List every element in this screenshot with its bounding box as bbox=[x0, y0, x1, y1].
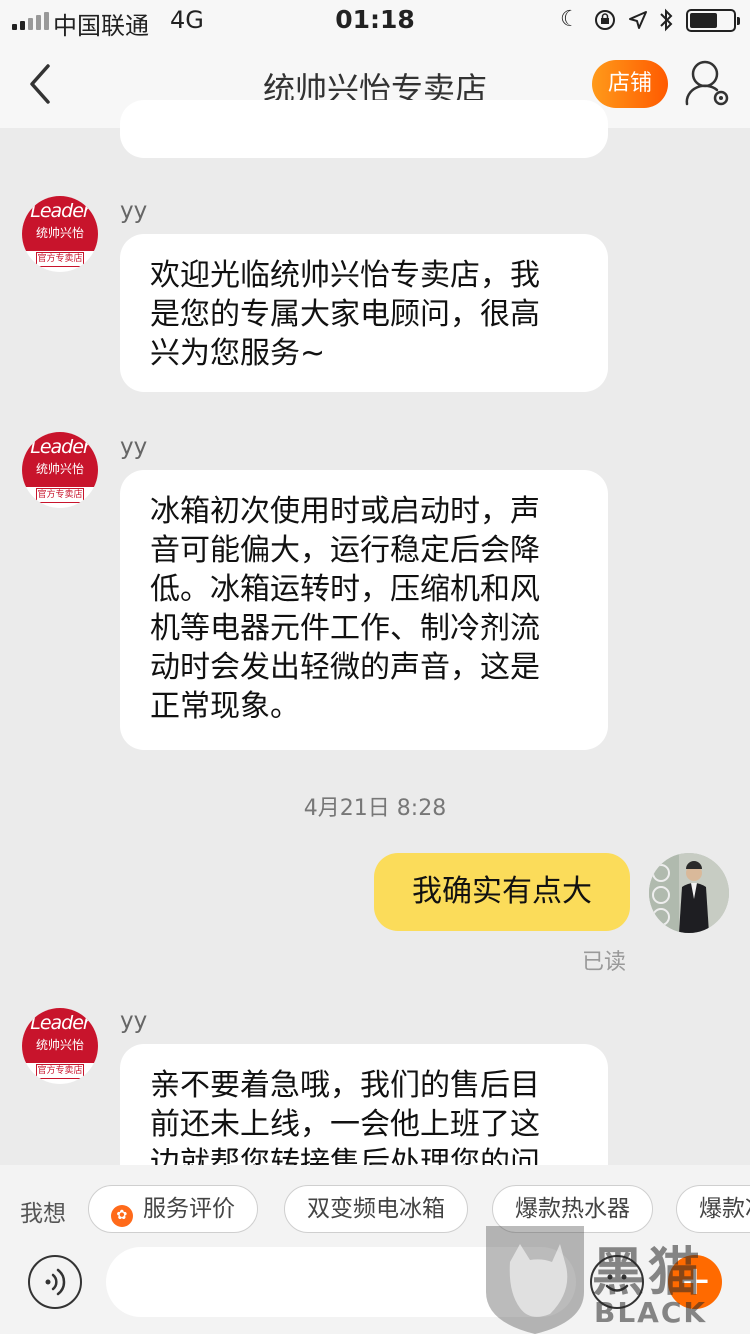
shop-avatar[interactable]: Leader 统帅兴怡 官方专卖店 bbox=[22, 1008, 98, 1084]
brand-logo-text: Leader bbox=[30, 436, 90, 458]
message-line: 欢迎光临统帅兴怡专卖店，我 bbox=[150, 258, 540, 293]
quick-reply-bar: 我想 ✿ 服务评价 双变频电冰箱 爆款热水器 爆款冰 bbox=[0, 1165, 750, 1253]
quick-reply-more[interactable]: 爆款冰 bbox=[676, 1185, 750, 1233]
emoji-icon[interactable] bbox=[590, 1255, 644, 1309]
shop-button[interactable]: 店铺 bbox=[592, 60, 668, 108]
message-bubble[interactable]: 冰箱初次使用时或启动时，声 音可能偏大，运行稳定后会降 低。冰箱运转时，压缩机和… bbox=[120, 470, 608, 750]
brand-logo-text: Leader bbox=[30, 200, 90, 222]
bluetooth-icon bbox=[660, 8, 673, 32]
chip-label: 爆款热水器 bbox=[515, 1196, 630, 1222]
quick-reply-service-review[interactable]: ✿ 服务评价 bbox=[88, 1185, 258, 1233]
message-line: 正常现象。 bbox=[150, 689, 300, 724]
moon-icon: ☾ bbox=[560, 7, 580, 32]
message-line: 低。冰箱运转时，压缩机和风 bbox=[150, 572, 540, 607]
quick-reply-water-heater[interactable]: 爆款热水器 bbox=[492, 1185, 653, 1233]
my-message-bubble[interactable]: 我确实有点大 bbox=[374, 853, 630, 931]
message-line: 音可能偏大，运行稳定后会降 bbox=[150, 533, 540, 568]
quick-reply-fridge[interactable]: 双变频电冰箱 bbox=[284, 1185, 468, 1233]
chip-label: 服务评价 bbox=[143, 1196, 235, 1222]
review-icon: ✿ bbox=[111, 1205, 133, 1227]
message-text: 我确实有点大 bbox=[412, 874, 592, 909]
message-line: 冰箱初次使用时或启动时，声 bbox=[150, 494, 540, 529]
message-line: 亲不要着急哦，我们的售后目 bbox=[150, 1068, 540, 1103]
shop-avatar[interactable]: Leader 统帅兴怡 官方专卖店 bbox=[22, 196, 98, 272]
battery-icon bbox=[686, 9, 740, 32]
status-bar: 中国联通 4G 01:18 ☾ bbox=[0, 0, 750, 40]
plus-icon[interactable]: + bbox=[668, 1255, 722, 1309]
brand-cn-text: 统帅兴怡 bbox=[35, 1038, 84, 1052]
message-line: 动时会发出轻微的声音，这是 bbox=[150, 650, 540, 685]
brand-cn-text: 统帅兴怡 bbox=[35, 226, 84, 240]
sender-name: yy bbox=[120, 1008, 148, 1034]
location-icon bbox=[629, 11, 647, 29]
user-avatar[interactable] bbox=[649, 853, 729, 933]
sender-name: yy bbox=[120, 198, 148, 224]
chip-label: 双变频电冰箱 bbox=[307, 1196, 445, 1222]
customer-service-icon[interactable] bbox=[683, 56, 733, 112]
brand-logo-text: Leader bbox=[30, 1012, 90, 1034]
message-timestamp: 4月21日 8:28 bbox=[303, 796, 447, 821]
input-bar: + bbox=[0, 1247, 750, 1334]
message-line: 兴为您服务~ bbox=[150, 336, 326, 371]
official-store-tag: 官方专卖店 bbox=[36, 488, 84, 503]
message-input[interactable] bbox=[106, 1247, 576, 1317]
official-store-tag: 官方专卖店 bbox=[36, 1064, 84, 1079]
message-bubble-partial bbox=[120, 100, 608, 158]
quick-reply-label: 我想 bbox=[20, 1201, 66, 1227]
message-line: 机等电器元件工作、制冷剂流 bbox=[150, 611, 540, 646]
voice-icon[interactable] bbox=[28, 1255, 82, 1309]
read-status: 已读 bbox=[582, 950, 627, 975]
sender-name: yy bbox=[120, 434, 148, 460]
official-store-tag: 官方专卖店 bbox=[36, 252, 84, 267]
message-bubble[interactable]: 欢迎光临统帅兴怡专卖店，我 是您的专属大家电顾问，很高 兴为您服务~ bbox=[120, 234, 608, 392]
message-line: 前还未上线，一会他上班了这 bbox=[150, 1107, 540, 1142]
rotation-lock-icon bbox=[595, 10, 615, 30]
shop-avatar[interactable]: Leader 统帅兴怡 官方专卖店 bbox=[22, 432, 98, 508]
brand-cn-text: 统帅兴怡 bbox=[35, 462, 84, 476]
chip-label: 爆款冰 bbox=[699, 1196, 750, 1222]
message-line: 是您的专属大家电顾问，很高 bbox=[150, 297, 540, 332]
